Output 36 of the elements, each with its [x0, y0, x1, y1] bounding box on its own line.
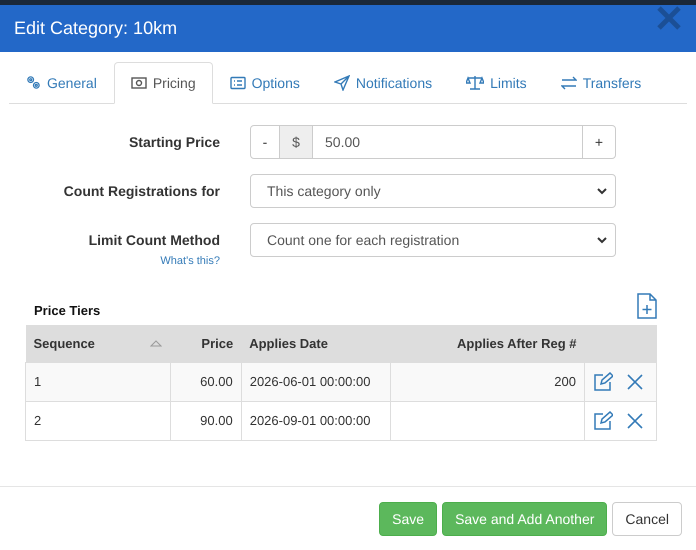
list-icon — [230, 76, 246, 90]
gears-icon — [26, 75, 41, 90]
delete-icon[interactable] — [626, 374, 643, 390]
increment-button[interactable]: + — [582, 125, 616, 159]
table-cell: 1 — [26, 362, 170, 401]
table-cell: 2026-06-01 00:00:00 — [241, 362, 391, 401]
table-cell: 200 — [390, 362, 584, 401]
cancel-button[interactable]: Cancel — [612, 502, 682, 536]
price-input[interactable]: 50.00 — [313, 125, 582, 159]
add-file-icon[interactable] — [637, 293, 657, 319]
tab[interactable]: Pricing — [114, 62, 213, 104]
swap-arrows-icon — [560, 76, 577, 90]
scale-icon — [466, 75, 484, 90]
table-cell: 90.00 — [170, 401, 242, 440]
edit-icon[interactable] — [592, 372, 613, 392]
banknote-icon — [130, 76, 147, 90]
decrement-button[interactable]: - — [250, 125, 280, 159]
edit-icon[interactable] — [592, 410, 613, 430]
currency-addon: $ — [280, 125, 313, 159]
column-header[interactable]: Price — [201, 336, 234, 351]
table-cell: 2026-09-01 00:00:00 — [241, 401, 391, 440]
delete-icon[interactable] — [626, 412, 643, 428]
column-header[interactable]: Sequence — [34, 336, 95, 351]
help-link[interactable]: What's this? — [160, 255, 220, 267]
field-label: Count Registrations for — [64, 183, 220, 199]
table-cell: 60.00 — [170, 362, 242, 401]
select-field[interactable]: This category only — [250, 174, 616, 208]
table-cell: 2 — [26, 401, 170, 440]
dropdown-caret-icon — [597, 236, 607, 244]
paper-plane-icon — [334, 74, 350, 90]
field-label: Starting Price — [128, 134, 220, 150]
select-field[interactable]: Count one for each registration — [250, 223, 616, 257]
dropdown-caret-icon — [597, 188, 607, 194]
field-label: Limit Count Method — [88, 232, 220, 248]
section-title: Price Tiers — [34, 303, 100, 318]
dialog-title: Edit Category: 10km — [14, 18, 178, 39]
